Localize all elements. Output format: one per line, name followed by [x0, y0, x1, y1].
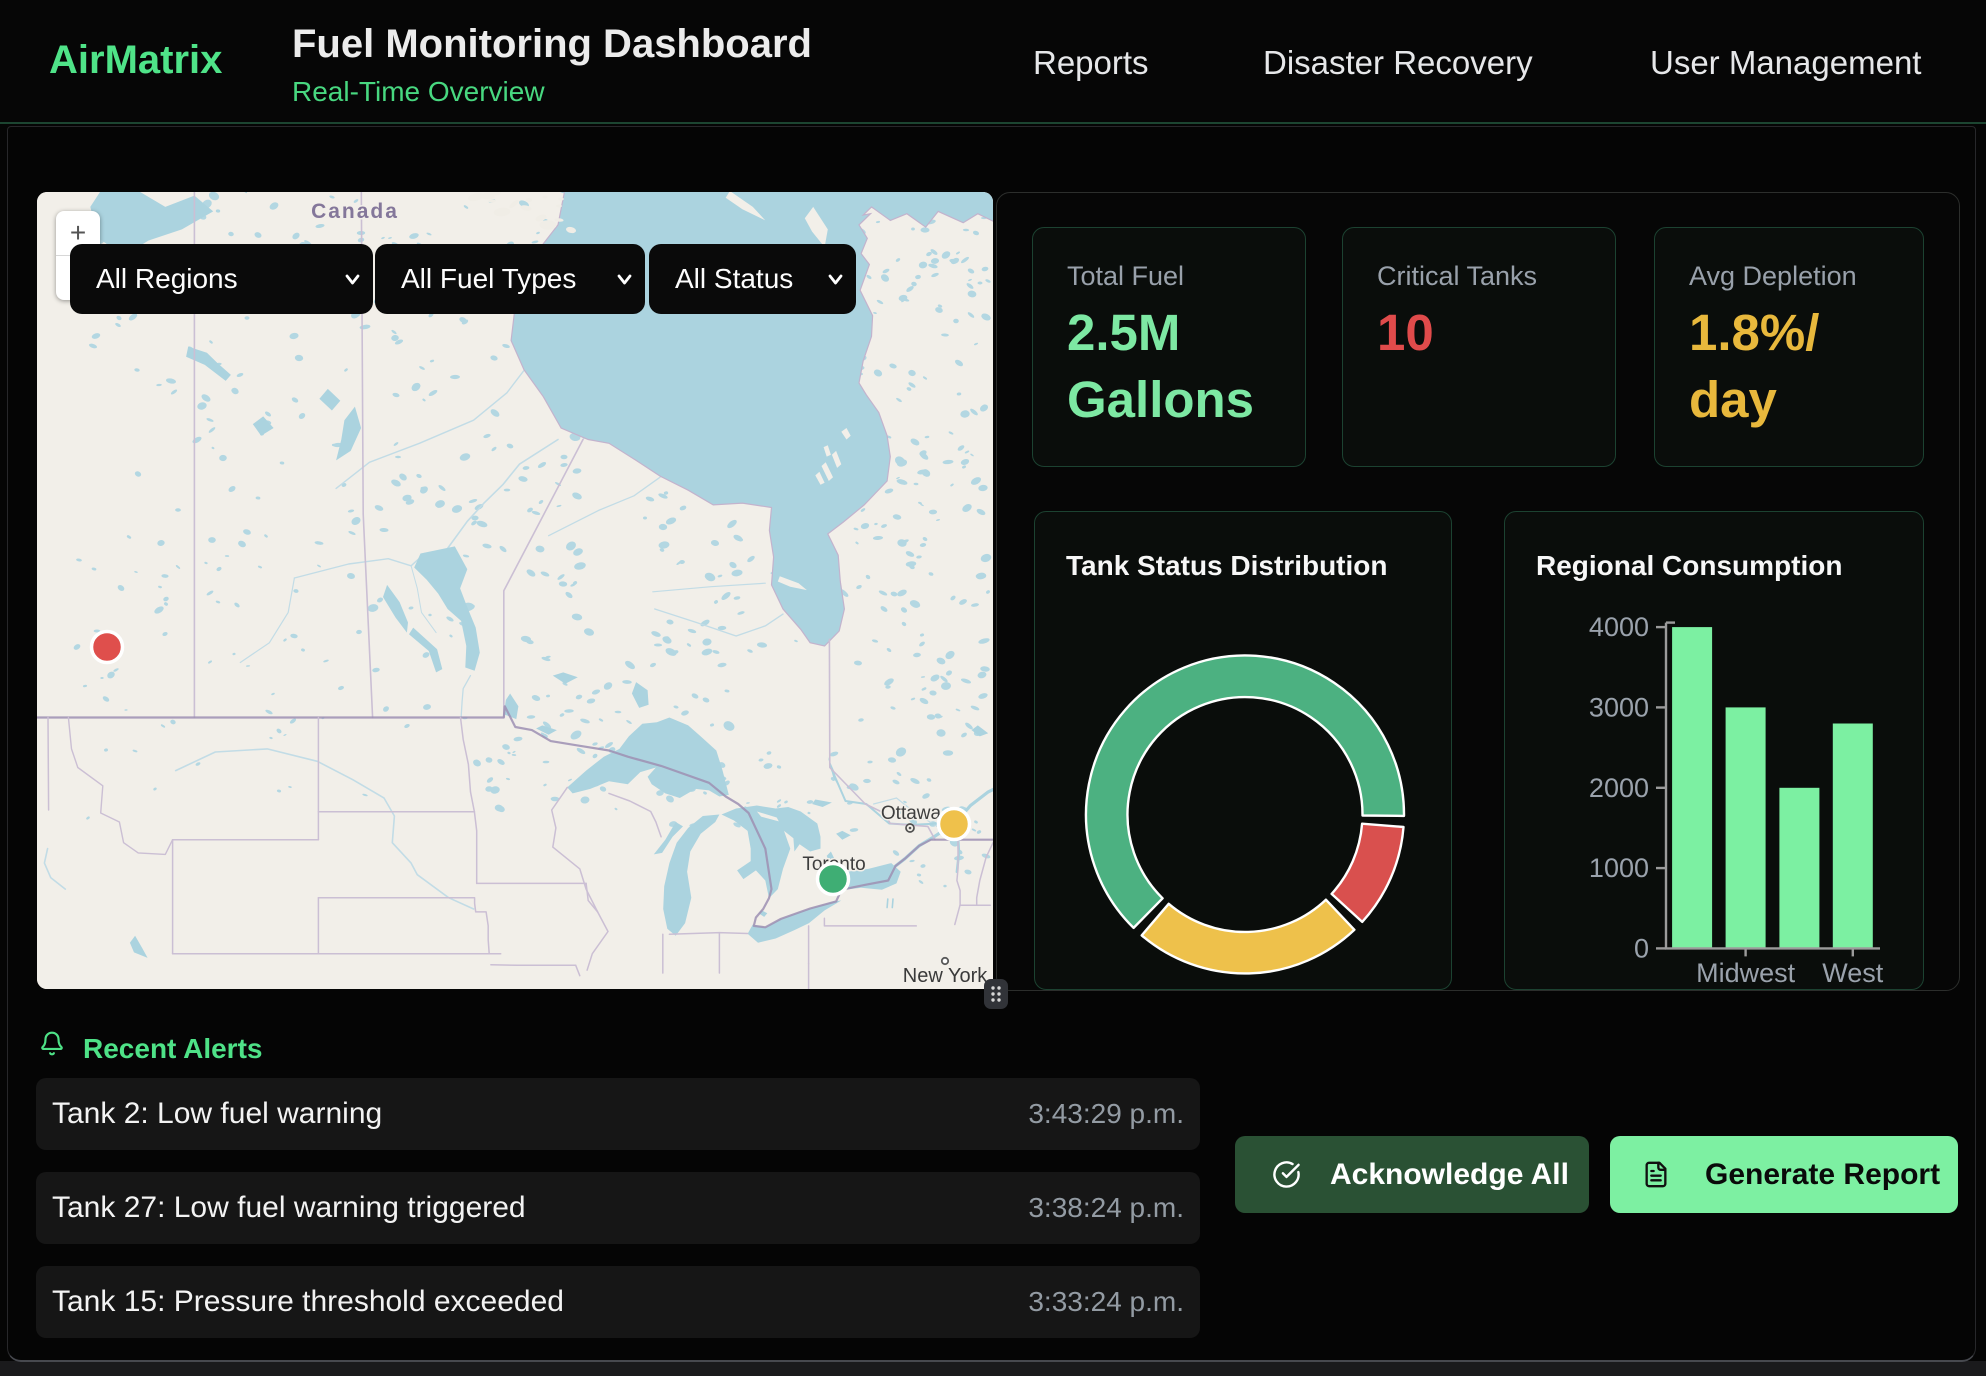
svg-text:Midwest: Midwest	[1696, 958, 1796, 988]
svg-text:0: 0	[1634, 933, 1649, 963]
svg-text:New York: New York	[903, 965, 988, 987]
svg-text:3000: 3000	[1589, 692, 1649, 722]
svg-text:4000: 4000	[1589, 612, 1649, 642]
svg-text:West: West	[1822, 958, 1884, 988]
svg-text:1000: 1000	[1589, 853, 1649, 883]
svg-text:Canada: Canada	[311, 200, 399, 223]
svg-text:Ottawa: Ottawa	[881, 803, 942, 824]
svg-text:2000: 2000	[1589, 773, 1649, 803]
